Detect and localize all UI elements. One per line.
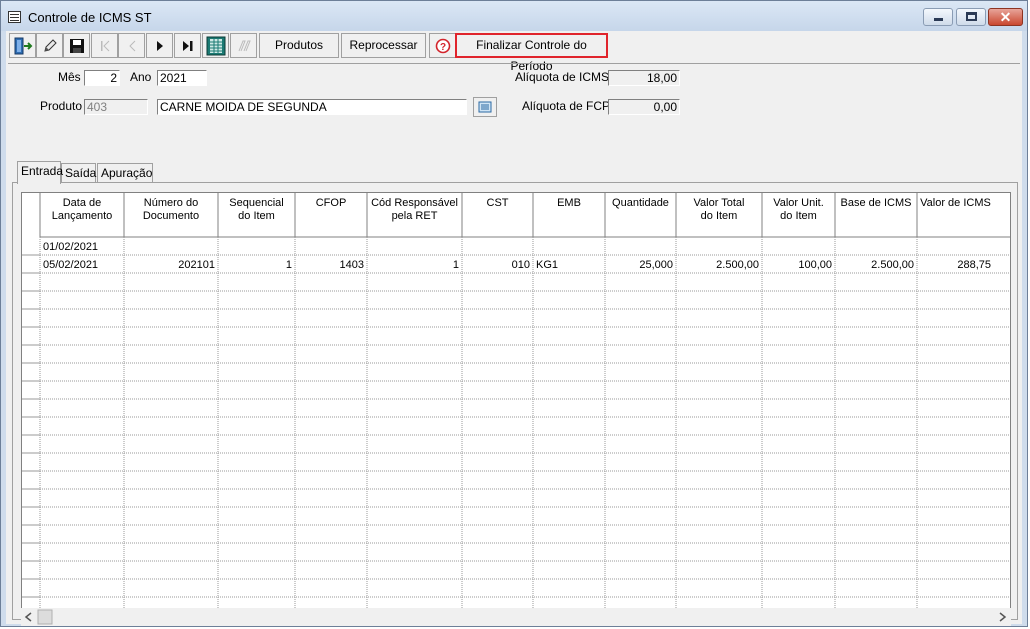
column-header-text[interactable]: Quantidade [612,197,669,209]
column-header-text[interactable]: Data de [63,197,102,209]
title-bar[interactable]: Controle de ICMS ST ✕ [1,1,1027,31]
grid-cell-text[interactable]: 010 [512,259,530,271]
grid-cell-text[interactable]: 100,00 [798,259,832,271]
grid-cell-text[interactable]: KG1 [536,259,558,271]
column-header-text[interactable]: Base de ICMS [841,197,912,209]
column-header-text[interactable]: Documento [143,210,199,222]
column-header-text[interactable]: do Item [701,210,738,222]
produtos-button[interactable]: Produtos [259,33,339,58]
table-grid-icon [203,34,228,57]
save-button[interactable] [63,33,90,58]
filter-button[interactable] [230,33,257,58]
column-header-text[interactable]: Lançamento [52,210,113,222]
grid-cell-text[interactable]: 288,75 [957,259,991,271]
grid-canvas: Data deLançamento Número doDocumento Seque… [22,193,1010,616]
grid-cell-text[interactable]: 25,000 [639,259,673,271]
maximize-icon [966,12,977,21]
grid-cell-text[interactable]: 1403 [340,259,364,271]
pencil-icon [37,34,62,57]
column-header-text[interactable]: Número do [144,197,198,209]
main-window: Controle de ICMS ST ✕ Produtos Reprocess… [0,0,1028,627]
tab-entrada[interactable]: Entrada [17,161,63,184]
column-header-text[interactable]: pela RET [392,210,438,222]
svg-text:?: ? [439,42,445,53]
first-record-button[interactable] [91,33,118,58]
grid-cell-text[interactable]: 2.500,00 [871,259,914,271]
help-question-icon: ? [430,34,455,57]
grid-cell-text[interactable]: 01/02/2021 [43,241,98,253]
previous-record-icon [119,34,144,57]
entrada-tab-panel: Data de Lançamento Número do Documento Seque… [12,182,1018,626]
column-header-text[interactable]: Valor Total [694,197,745,209]
first-record-icon [92,34,117,57]
horizontal-scrollbar[interactable] [21,608,1011,626]
column-header-text[interactable]: EMB [557,197,581,209]
column-header-text[interactable]: do Item [780,210,817,222]
produto-code-input[interactable]: 403 [84,99,148,115]
previous-record-button[interactable] [118,33,145,58]
produto-name-input[interactable]: CARNE MOIDA DE SEGUNDA [157,99,467,115]
next-record-button[interactable] [146,33,173,58]
last-record-icon [175,34,200,57]
ano-input[interactable]: 2021 [157,70,207,86]
minimize-icon [934,18,943,21]
column-header-text[interactable]: CST [487,197,509,209]
exit-door-icon [10,34,35,57]
aliquota-icms-field: 18,00 [608,70,680,86]
maximize-button[interactable] [956,8,986,26]
form-area: Mês 2 Ano 2021 Alíquota de ICMS 18,00 Pr… [8,63,1020,626]
grid-cell-text[interactable]: 1 [453,259,459,271]
last-record-button[interactable] [174,33,201,58]
produto-label: Produto [40,99,83,113]
grid-cell-text[interactable]: 2.500,00 [716,259,759,271]
client-area: Produtos Reprocessar ? Finalizar Control… [6,31,1022,626]
tab-saida[interactable]: Saída [61,163,96,183]
scroll-thumb[interactable] [37,609,53,625]
exit-button[interactable] [9,33,36,58]
close-button[interactable]: ✕ [988,8,1023,26]
toolbar: Produtos Reprocessar ? Finalizar Control… [6,31,1022,73]
column-header-text[interactable]: CFOP [316,197,347,209]
grid-view-button[interactable] [202,33,229,58]
aliquota-fcp-label: Alíquota de FCP [522,99,611,113]
mes-label: Mês [58,70,81,84]
finalizar-controle-button[interactable]: Finalizar Controle do Período [455,33,608,73]
tab-apuracao[interactable]: Apuração [97,163,153,183]
column-header-text[interactable]: do Item [238,210,275,222]
column-header-text[interactable]: Valor de ICMS [920,197,991,209]
close-icon: ✕ [999,9,1012,25]
grid-cell-text[interactable]: 05/02/2021 [43,259,98,271]
floppy-disk-icon [64,34,89,57]
row-indicator-column [22,193,40,616]
column-header-text[interactable]: Cód Responsável [371,197,458,209]
minimize-button[interactable] [923,8,953,26]
produto-lookup-button[interactable] [473,97,497,117]
next-record-icon [147,34,172,57]
edit-button[interactable] [36,33,63,58]
mes-input[interactable]: 2 [84,70,120,86]
grid-cell-text[interactable]: 202101 [178,259,215,271]
reprocessar-button[interactable]: Reprocessar [341,33,426,58]
aliquota-icms-label: Alíquota de ICMS [515,70,610,84]
ano-label: Ano [130,70,152,84]
filter-icon [231,34,256,57]
entrada-grid[interactable]: Data de Lançamento Número do Documento Seque… [21,192,1011,617]
app-icon[interactable] [8,11,21,23]
column-header-text[interactable]: Sequencial [229,197,283,209]
list-lookup-icon [474,98,496,116]
help-button[interactable]: ? [429,33,456,58]
aliquota-fcp-field: 0,00 [608,99,680,115]
column-header-text[interactable]: Valor Unit. [773,197,824,209]
grid-cell-text[interactable]: 1 [286,259,292,271]
window-title: Controle de ICMS ST [28,10,152,25]
